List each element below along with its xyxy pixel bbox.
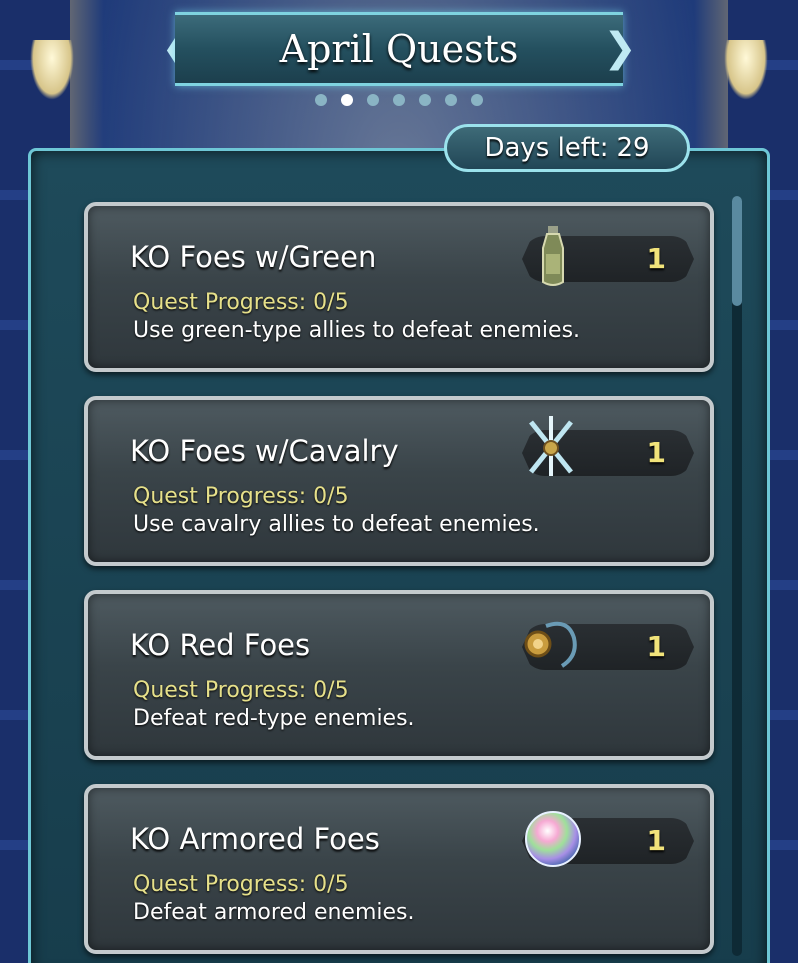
quest-card[interactable]: KO Armored Foes Quest Progress: 0/5 Defe…	[84, 784, 714, 954]
candle-right	[724, 40, 768, 100]
quest-progress: Quest Progress: 0/5	[133, 290, 349, 315]
quest-title: KO Armored Foes	[130, 822, 380, 856]
page-dot[interactable]	[445, 94, 457, 106]
page-dot[interactable]	[471, 94, 483, 106]
reward-count: 1	[646, 242, 666, 275]
page-dot[interactable]	[419, 94, 431, 106]
quest-progress: Quest Progress: 0/5	[133, 484, 349, 509]
page-title: April Quests	[279, 27, 519, 71]
quest-card[interactable]: KO Red Foes Quest Progress: 0/5 Defeat r…	[84, 590, 714, 760]
quest-title: KO Foes w/Cavalry	[130, 434, 399, 468]
days-left-label: Days left:	[484, 133, 609, 163]
scrollbar[interactable]	[732, 196, 742, 956]
quest-description: Defeat red-type enemies.	[133, 706, 415, 731]
reward-count: 1	[646, 824, 666, 857]
scrollbar-thumb[interactable]	[732, 196, 742, 306]
quest-progress: Quest Progress: 0/5	[133, 678, 349, 703]
days-left-value: 29	[616, 133, 650, 163]
reward-count: 1	[646, 436, 666, 469]
quest-description: Defeat armored enemies.	[133, 900, 415, 925]
candle-left	[30, 40, 74, 100]
quest-description: Use green-type allies to defeat enemies.	[133, 318, 581, 343]
quest-card[interactable]: KO Foes w/Cavalry Quest Progress: 0/5 Us…	[84, 396, 714, 566]
page-dot[interactable]	[315, 94, 327, 106]
page-indicator	[0, 94, 798, 106]
crossed-weapons-icon	[518, 414, 584, 480]
title-banner: April Quests	[175, 12, 623, 86]
reward-count: 1	[646, 630, 666, 663]
medallion-icon	[516, 612, 582, 678]
quest-description: Use cavalry allies to defeat enemies.	[133, 512, 540, 537]
page-dot-active[interactable]	[341, 94, 353, 106]
days-left-badge: Days left: 29	[444, 124, 690, 172]
page-dot[interactable]	[367, 94, 379, 106]
orb-icon	[520, 806, 586, 872]
banner-wing-right-icon: ❯	[603, 25, 637, 71]
page-dot[interactable]	[393, 94, 405, 106]
quest-progress: Quest Progress: 0/5	[133, 872, 349, 897]
quest-card[interactable]: KO Foes w/Green Quest Progress: 0/5 Use …	[84, 202, 714, 372]
potion-icon	[520, 224, 586, 290]
quest-title: KO Foes w/Green	[130, 240, 377, 274]
quest-title: KO Red Foes	[130, 628, 311, 662]
